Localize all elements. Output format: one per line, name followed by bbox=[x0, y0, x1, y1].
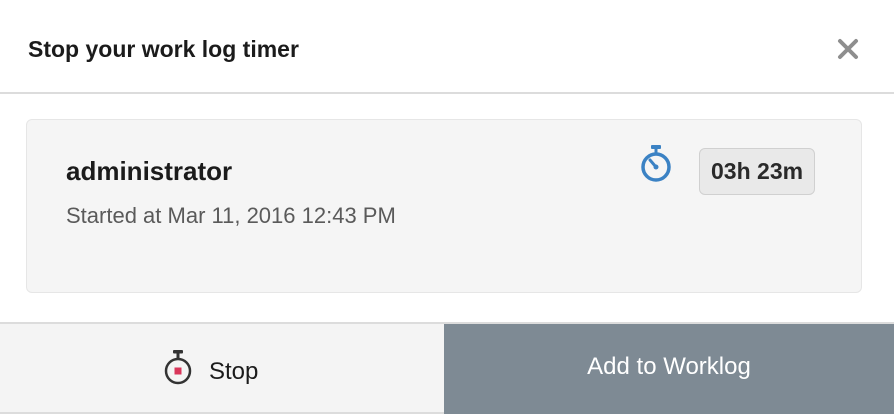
timer-user: administrator bbox=[66, 156, 233, 186]
close-icon[interactable] bbox=[836, 37, 860, 61]
stopwatch-stop-icon bbox=[163, 348, 193, 386]
add-to-worklog-label: Add to Worklog bbox=[587, 353, 751, 380]
dialog-title: Stop your work log timer bbox=[28, 36, 299, 62]
dialog-header: Stop your work log timer bbox=[0, 0, 894, 94]
stop-timer-dialog: Stop your work log timer administrator S… bbox=[0, 0, 894, 414]
timer-duration-badge: 03h 23m bbox=[699, 148, 816, 195]
timer-started-at: Started at Mar 11, 2016 12:43 PM bbox=[66, 203, 396, 228]
stopwatch-icon bbox=[640, 143, 672, 183]
timer-card: administrator Started at Mar 11, 2016 12… bbox=[26, 119, 862, 293]
stop-button-label: Stop bbox=[209, 358, 259, 385]
add-to-worklog-button[interactable]: Add to Worklog bbox=[444, 324, 894, 414]
stop-button[interactable]: Stop bbox=[0, 324, 444, 414]
dialog-footer: Stop Add to Worklog bbox=[0, 322, 894, 414]
